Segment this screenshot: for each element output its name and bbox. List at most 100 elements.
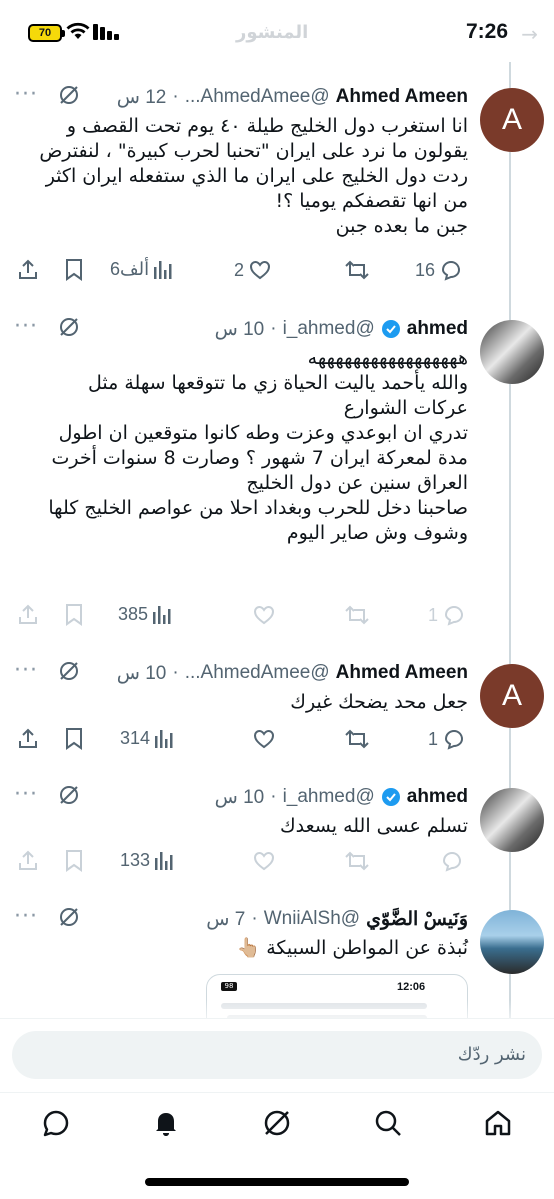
share-button[interactable] — [16, 603, 40, 627]
more-icon[interactable]: ··· — [14, 784, 38, 806]
author-handle[interactable]: @AhmedAmee... — [185, 662, 330, 684]
tweet-time: 12 س — [116, 86, 167, 108]
reply-button[interactable]: 1 — [428, 603, 466, 627]
bookmark-button[interactable] — [64, 727, 84, 751]
more-icon[interactable]: ··· — [14, 316, 38, 338]
share-icon — [19, 259, 37, 279]
views-icon — [155, 852, 173, 870]
home-indicator — [145, 1178, 409, 1186]
avatar[interactable] — [480, 910, 544, 974]
grok-icon[interactable] — [58, 316, 80, 338]
bookmark-icon — [66, 728, 82, 750]
retweet-icon — [345, 851, 369, 871]
retweet-button[interactable] — [344, 258, 370, 282]
signal-icon — [93, 24, 119, 40]
grok-icon[interactable] — [58, 784, 80, 806]
views-button[interactable]: 133 — [120, 849, 174, 871]
like-button[interactable] — [252, 727, 276, 751]
author-handle[interactable]: @i_ahmed — [283, 786, 375, 808]
tweet-actions: 1 314 — [0, 727, 554, 757]
avatar[interactable]: A — [480, 88, 544, 152]
bookmark-button[interactable] — [64, 603, 84, 627]
battery-level: 70 — [38, 27, 52, 39]
author-name[interactable]: Ahmed Ameen — [336, 662, 468, 684]
status-bar: 70 المنشور → 7:26 — [0, 0, 554, 62]
reply-button[interactable]: 1 — [428, 727, 466, 751]
reply-icon — [442, 260, 461, 281]
author-name[interactable]: ahmed — [407, 786, 468, 808]
tweet-time: 10 س — [116, 662, 167, 684]
tweet-text: تسلم عسى الله يسعدك — [280, 815, 468, 837]
bookmark-button[interactable] — [64, 258, 84, 282]
tweet-time: 10 س — [214, 786, 265, 808]
battery-icon: 70 — [28, 24, 65, 42]
share-button[interactable] — [16, 258, 40, 282]
reply-button[interactable] — [440, 849, 464, 873]
author-handle[interactable]: @AhmedAmee... — [185, 86, 330, 108]
heart-icon — [250, 260, 271, 280]
author-name[interactable]: Ahmed Ameen — [336, 86, 468, 108]
author-name[interactable]: ahmed — [407, 318, 468, 340]
avatar[interactable] — [480, 320, 544, 384]
embed-battery: 98 — [221, 982, 237, 991]
reply-button[interactable]: 16 — [415, 258, 463, 282]
like-button[interactable]: 2 — [234, 258, 272, 282]
views-icon — [153, 606, 171, 624]
messages-icon[interactable] — [40, 1107, 72, 1139]
share-button[interactable] — [16, 849, 40, 873]
tweet-time: 7 س — [206, 908, 246, 930]
tweet-header: Ahmed Ameen @AhmedAmee... · 12 س — [116, 86, 468, 108]
more-icon[interactable]: ··· — [14, 906, 38, 928]
author-name[interactable]: وَنَيسْ الضَّوّي — [366, 908, 468, 931]
notifications-icon[interactable] — [150, 1107, 182, 1139]
retweet-button[interactable] — [344, 603, 370, 627]
share-button[interactable] — [16, 727, 40, 751]
share-icon — [19, 604, 37, 624]
avatar[interactable]: A — [480, 664, 544, 728]
bookmark-icon — [66, 604, 82, 626]
retweet-button[interactable] — [344, 727, 370, 751]
grok-icon[interactable] — [58, 84, 80, 106]
grok-icon[interactable] — [58, 906, 80, 928]
bookmark-button[interactable] — [64, 849, 84, 873]
retweet-icon — [345, 605, 369, 625]
retweet-button[interactable] — [344, 849, 370, 873]
bookmark-icon — [66, 259, 82, 281]
more-icon[interactable]: ··· — [14, 84, 38, 106]
tweet-actions: 133 — [0, 849, 554, 879]
views-icon — [154, 261, 172, 279]
heart-icon — [253, 729, 275, 749]
tweet-actions: 1 385 — [0, 603, 554, 633]
like-count: 2 — [234, 259, 245, 280]
like-button[interactable] — [252, 603, 276, 627]
more-icon[interactable]: ··· — [14, 660, 38, 682]
like-button[interactable] — [252, 849, 276, 873]
back-arrow-icon[interactable]: → — [521, 22, 538, 46]
author-handle[interactable]: @WniiAlSh — [264, 908, 360, 930]
author-handle[interactable]: @i_ahmed — [283, 318, 375, 340]
share-icon — [19, 728, 37, 748]
share-icon — [19, 850, 37, 870]
views-button[interactable]: 314 — [120, 727, 174, 749]
views-button[interactable]: 385 — [118, 603, 172, 625]
home-icon[interactable] — [482, 1107, 514, 1139]
wifi-icon — [66, 22, 90, 39]
reply-icon — [442, 851, 462, 872]
tweet-header: ahmed @i_ahmed · 10 س — [214, 318, 468, 340]
grok-icon[interactable] — [261, 1107, 293, 1139]
tweet[interactable]: A Ahmed Ameen @AhmedAmee... · 10 س ··· ج… — [0, 660, 554, 730]
view-count: 385 — [118, 603, 149, 624]
reply-input[interactable]: نشر ردّك — [12, 1031, 542, 1079]
views-icon — [155, 730, 173, 748]
grok-icon[interactable] — [58, 660, 80, 682]
verified-badge-icon — [381, 320, 400, 338]
reply-count: 1 — [428, 604, 439, 625]
view-count: 314 — [120, 727, 151, 748]
tweet[interactable]: ahmed @i_ahmed · 10 س ··· هههههههههههههه… — [0, 316, 554, 596]
tweet[interactable]: ahmed @i_ahmed · 10 س ··· تسلم عسى الله … — [0, 784, 554, 854]
views-button[interactable]: 6ألف — [110, 258, 173, 280]
reply-count: 1 — [428, 728, 439, 749]
avatar[interactable] — [480, 788, 544, 852]
view-count: 133 — [120, 849, 151, 870]
search-icon[interactable] — [372, 1107, 404, 1139]
